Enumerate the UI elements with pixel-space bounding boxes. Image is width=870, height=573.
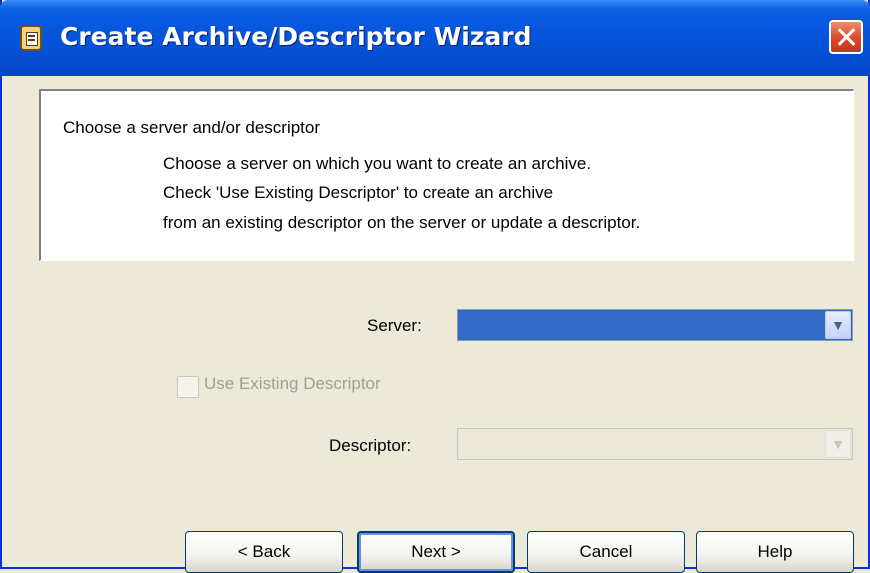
close-icon[interactable]: [829, 20, 863, 54]
step-description-line: from an existing descriptor on the serve…: [163, 213, 641, 232]
title-bar[interactable]: Create Archive/Descriptor Wizard: [0, 0, 870, 76]
cancel-button[interactable]: Cancel: [527, 531, 685, 573]
next-button[interactable]: Next >: [357, 531, 515, 573]
wizard-header-panel: Choose a server and/or descriptor Choose…: [39, 89, 854, 261]
use-existing-descriptor-label[interactable]: Use Existing Descriptor: [204, 374, 381, 394]
help-button[interactable]: Help: [696, 531, 854, 573]
server-dropdown[interactable]: ▼: [457, 309, 853, 341]
descriptor-dropdown[interactable]: ▼: [457, 428, 853, 460]
archive-wizard-icon: [20, 25, 42, 51]
step-title: Choose a server and/or descriptor: [63, 118, 321, 137]
descriptor-label: Descriptor:: [329, 436, 412, 455]
window-title: Create Archive/Descriptor Wizard: [60, 22, 532, 51]
wizard-window: Create Archive/Descriptor Wizard Choose …: [0, 0, 870, 573]
back-button[interactable]: < Back: [185, 531, 343, 573]
step-description-line: Check 'Use Existing Descriptor' to creat…: [163, 183, 554, 202]
chevron-down-icon[interactable]: ▼: [825, 311, 851, 339]
chevron-down-icon[interactable]: ▼: [825, 430, 851, 458]
use-existing-descriptor-checkbox[interactable]: [177, 376, 199, 398]
server-label: Server:: [367, 316, 422, 335]
step-description-line: Choose a server on which you want to cre…: [163, 154, 592, 173]
